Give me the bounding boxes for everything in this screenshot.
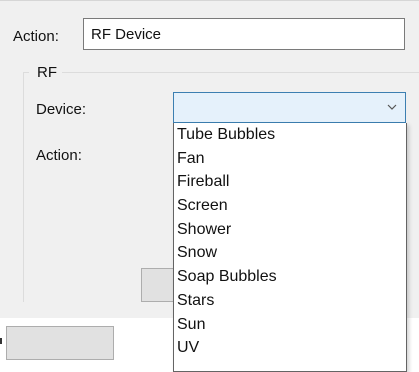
- action-field[interactable]: [83, 18, 405, 50]
- dropdown-option-fireball[interactable]: Fireball: [174, 170, 406, 194]
- action-label: Action:: [13, 28, 59, 45]
- dropdown-option-tube-bubbles[interactable]: Tube Bubbles: [174, 123, 406, 147]
- chevron-down-icon[interactable]: [387, 100, 397, 114]
- device-dropdown-list: Tube Bubbles Fan Fireball Screen Shower …: [173, 123, 407, 372]
- top-border: [0, 0, 419, 1]
- dialog-window: Action: RF Device: Action: Tube Bubbles …: [0, 0, 419, 372]
- dropdown-option-uv[interactable]: UV: [174, 336, 406, 360]
- device-dropdown[interactable]: [173, 92, 406, 123]
- rf-group-title: RF: [35, 64, 59, 81]
- dropdown-option-soap-bubbles[interactable]: Soap Bubbles: [174, 265, 406, 289]
- dropdown-option-shower[interactable]: Shower: [174, 218, 406, 242]
- bottom-left-button[interactable]: [6, 326, 114, 360]
- rf-action-label: Action:: [36, 147, 82, 164]
- dropdown-option-fan[interactable]: Fan: [174, 147, 406, 171]
- device-label: Device:: [36, 101, 87, 118]
- rf-group-border-left: [23, 72, 24, 302]
- dropdown-option-stars[interactable]: Stars: [174, 289, 406, 313]
- dropdown-option-snow[interactable]: Snow: [174, 241, 406, 265]
- partially-hidden-button[interactable]: [141, 268, 176, 302]
- dropdown-option-screen[interactable]: Screen: [174, 194, 406, 218]
- rf-group-border-top-right: [62, 72, 419, 73]
- rf-group-border-top-left: [23, 72, 29, 73]
- bottom-left-mark: [0, 338, 2, 344]
- dropdown-option-sun[interactable]: Sun: [174, 313, 406, 337]
